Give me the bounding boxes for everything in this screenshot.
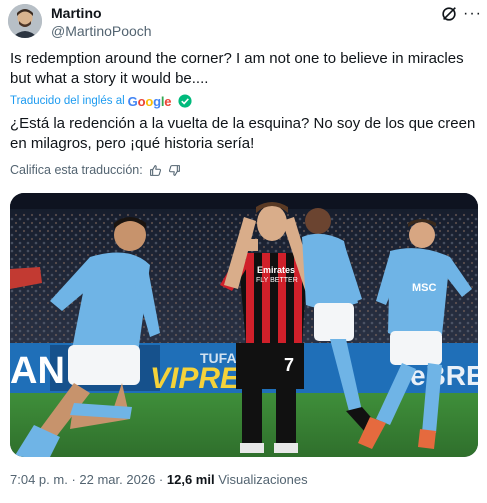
meta-separator: · xyxy=(71,472,76,487)
avatar[interactable] xyxy=(8,4,42,38)
views-count: 12,6 mil xyxy=(166,472,215,487)
views-label: Visualizaciones xyxy=(218,472,308,487)
post-media-photo[interactable]: AN VIPREN TUFAN eBRE Emirates FLY BETTER xyxy=(10,193,478,457)
player-number: 7 xyxy=(284,355,294,375)
more-icon[interactable]: ··· xyxy=(463,6,482,22)
post-date[interactable]: 22 mar. 2026 xyxy=(79,472,155,487)
player-sponsor-text: Emirates xyxy=(257,265,295,275)
post-translated-text: ¿Está la redención a la vuelta de la esq… xyxy=(10,115,476,152)
post-original-text: Is redemption around the corner? I am no… xyxy=(10,50,464,87)
thumb-down-icon[interactable] xyxy=(168,164,181,177)
rate-translation-label: Califica esta traducción: xyxy=(10,163,143,177)
ad-board-text-1: AN xyxy=(10,350,65,392)
player-sponsor-light: MSC xyxy=(412,282,437,294)
author-handle[interactable]: @MartinoPooch xyxy=(51,23,152,39)
thumb-up-icon[interactable] xyxy=(149,164,162,177)
translation-attribution[interactable]: Traducido del inglés al Google xyxy=(10,92,192,110)
post-time[interactable]: 7:04 p. m. xyxy=(10,472,68,487)
translated-by-label: Traducido del inglés al xyxy=(10,95,125,107)
football-photo: AN VIPREN TUFAN eBRE Emirates FLY BETTER xyxy=(10,193,478,457)
post-meta: 7:04 p. m. · 22 mar. 2026 · 12,6 mil Vis… xyxy=(10,472,308,487)
grok-icon[interactable] xyxy=(440,5,458,23)
svg-text:FLY BETTER: FLY BETTER xyxy=(256,277,298,284)
author-name[interactable]: Martino xyxy=(51,5,102,21)
rate-translation: Califica esta traducción: xyxy=(10,163,181,177)
meta-separator-2: · xyxy=(158,472,164,487)
post-header: Martino @MartinoPooch ··· xyxy=(8,4,482,40)
google-logo: Google xyxy=(127,93,172,109)
check-circle-icon xyxy=(178,94,192,108)
